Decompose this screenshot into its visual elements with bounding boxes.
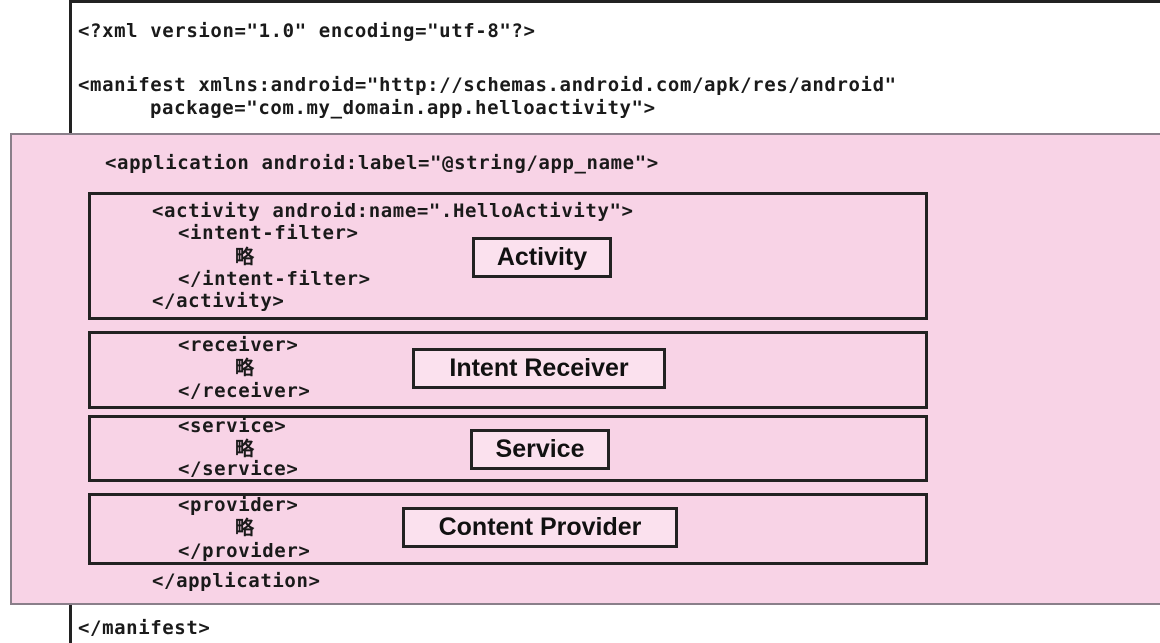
provider-omitted-mark: 略: [235, 517, 255, 539]
manifest-open-line-1: <manifest xmlns:android="http://schemas.…: [78, 74, 897, 96]
manifest-open-line-2: package="com.my_domain.app.helloactivity…: [150, 97, 656, 119]
intent-filter-open-tag: <intent-filter>: [178, 222, 359, 244]
receiver-omitted-mark: 略: [235, 357, 255, 379]
service-label: Service: [470, 429, 610, 470]
activity-open-tag: <activity android:name=".HelloActivity">: [152, 200, 634, 222]
service-omitted-mark: 略: [235, 438, 255, 460]
provider-close-tag: </provider>: [178, 540, 311, 562]
application-close-tag: </application>: [152, 570, 321, 592]
manifest-close-tag: </manifest>: [78, 617, 211, 639]
activity-close-tag: </activity>: [152, 290, 285, 312]
receiver-close-tag: </receiver>: [178, 380, 311, 402]
activity-omitted-mark: 略: [235, 246, 255, 268]
xml-declaration: <?xml version="1.0" encoding="utf-8"?>: [78, 20, 536, 42]
receiver-open-tag: <receiver>: [178, 334, 299, 356]
service-close-tag: </service>: [178, 458, 299, 480]
service-open-tag: <service>: [178, 415, 287, 437]
intent-receiver-label: Intent Receiver: [412, 348, 666, 389]
intent-filter-close-tag: </intent-filter>: [178, 268, 371, 290]
application-open-tag: <application android:label="@string/app_…: [105, 152, 659, 174]
content-provider-label: Content Provider: [402, 507, 678, 548]
activity-label: Activity: [472, 237, 612, 278]
provider-open-tag: <provider>: [178, 494, 299, 516]
